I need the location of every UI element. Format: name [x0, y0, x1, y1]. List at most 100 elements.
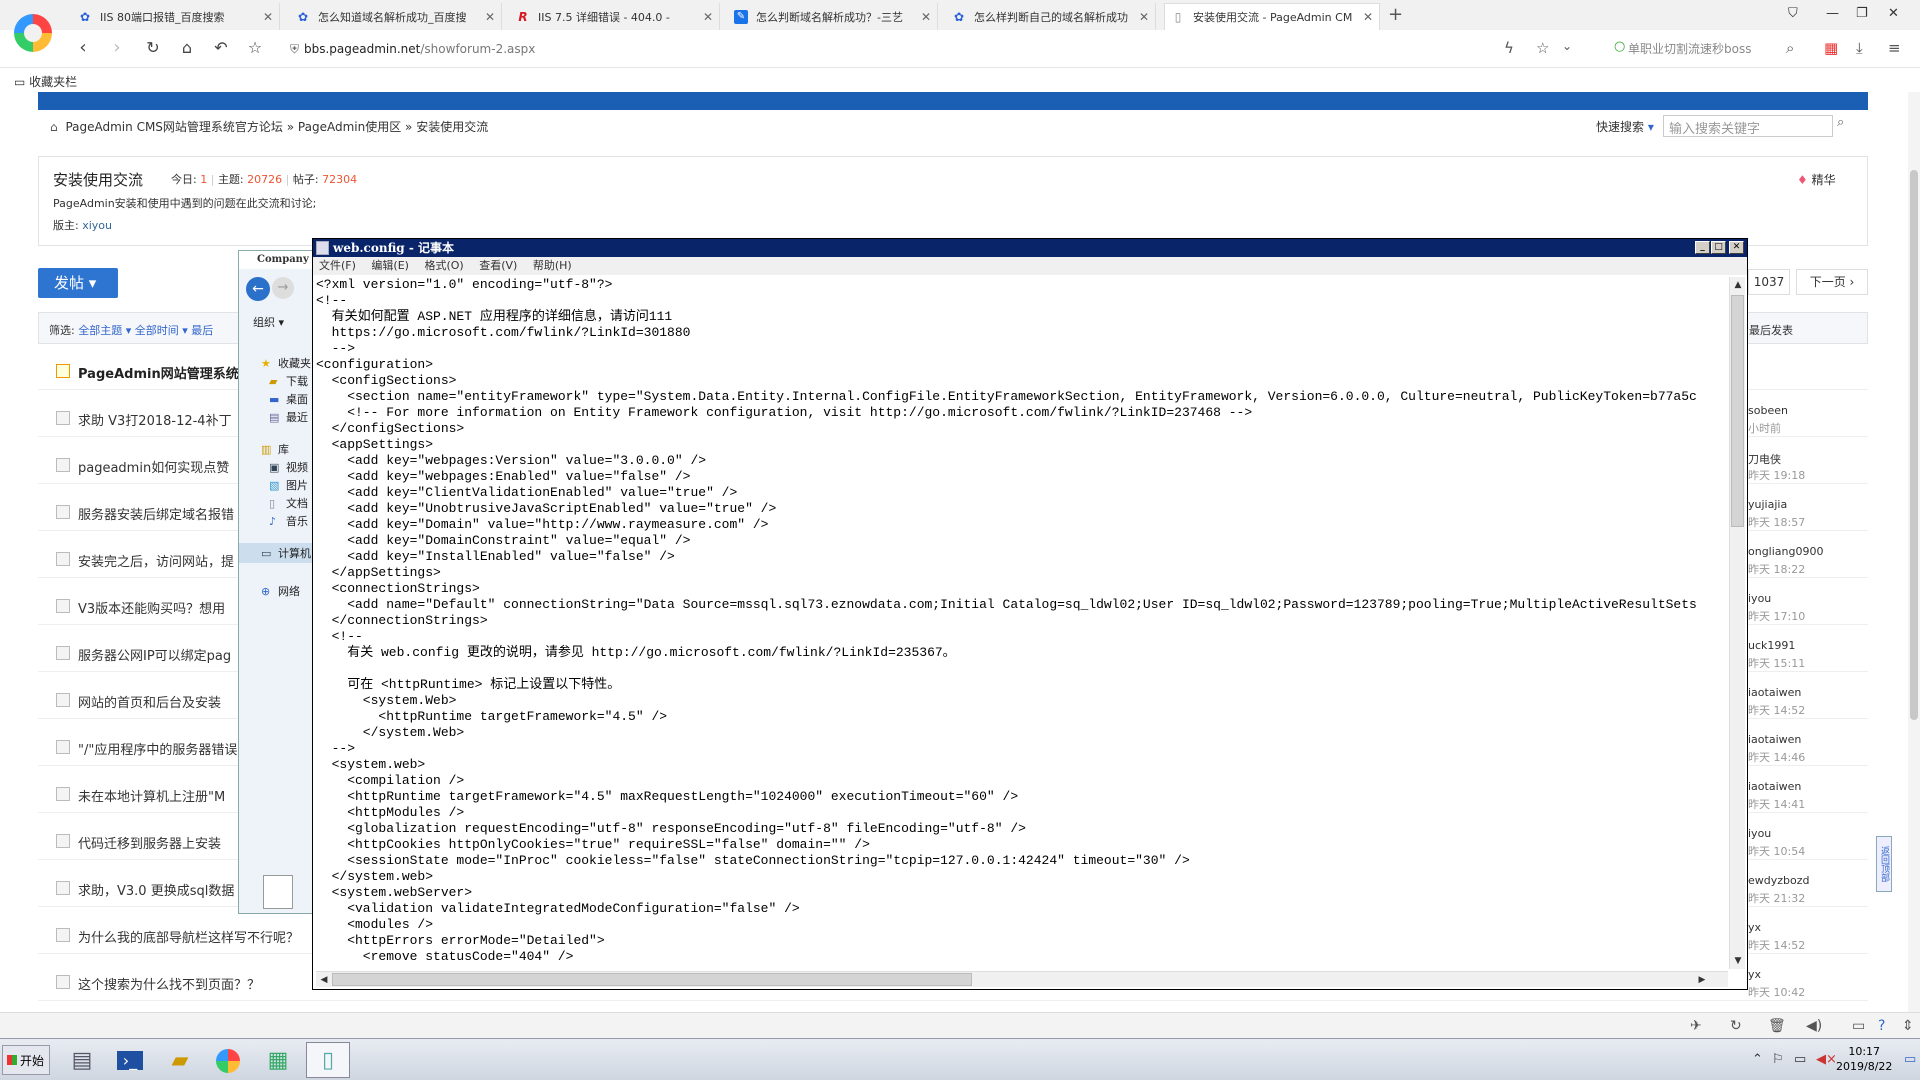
search-icon[interactable]: ⌕ [1786, 39, 1794, 57]
thread-last-author[interactable]: sobeen [1748, 404, 1788, 417]
quick-search-label[interactable]: 快速搜索 ▾ [1596, 118, 1654, 135]
rocket-icon[interactable]: ✈ [1690, 1018, 1702, 1034]
digest-link[interactable]: ♦ 精华 [1797, 171, 1836, 188]
network-tray-icon[interactable]: ▭ [1794, 1052, 1806, 1067]
thread-last-author[interactable]: 刀电侠 [1748, 451, 1781, 467]
minimize-icon[interactable]: _ [1695, 241, 1710, 254]
expand-icon[interactable]: ⇕ [1902, 1018, 1914, 1034]
thread-last-author[interactable]: uck1991 [1748, 639, 1795, 652]
menu-help[interactable]: 帮助(H) [533, 259, 572, 272]
thread-title[interactable]: pageadmin如何实现点赞 [78, 457, 229, 476]
thread-last-author[interactable]: iaotaiwen [1748, 686, 1801, 699]
organize-menu[interactable]: 组织 ▾ [253, 314, 284, 330]
tray-expand-icon[interactable]: ⌃ [1752, 1052, 1763, 1067]
thread-last-author[interactable]: yujiajia [1748, 498, 1787, 511]
back-icon[interactable]: ‹ [72, 37, 94, 59]
iis-manager-icon[interactable]: ▦ [256, 1042, 300, 1078]
explorer-item-documents[interactable]: ▯ 文档 [269, 495, 308, 511]
notepad-window[interactable]: web.config - 记事本 _ □ ✕ 文件(F) 编辑(E) 格式(O)… [312, 238, 1748, 990]
browser-taskbar-icon[interactable] [206, 1042, 250, 1078]
forward-icon[interactable]: › [106, 37, 128, 59]
shirt-skin-icon[interactable]: ⛉ [1788, 6, 1798, 21]
moderator-link[interactable]: xiyou [82, 219, 112, 232]
pager-total[interactable]: 1037 [1748, 269, 1790, 295]
scrollbar-thumb[interactable] [1910, 170, 1918, 720]
notepad-titlebar[interactable]: web.config - 记事本 _ □ ✕ [313, 239, 1747, 257]
refresh-cycle-icon[interactable]: ↻ [1730, 1018, 1742, 1034]
explorer-item-desktop[interactable]: ▬ 桌面 [269, 391, 308, 407]
menu-icon[interactable]: ≡ [1888, 39, 1901, 57]
thread-title[interactable]: V3版本还能购买吗？想用 [78, 598, 225, 617]
notepad-vertical-scrollbar[interactable]: ▲ ▼ [1729, 277, 1745, 969]
tab-baidu-judge[interactable]: ✿ 怎么样判断自己的域名解析成功 ✕ [946, 3, 1156, 30]
star-icon[interactable]: ☆ [244, 37, 266, 59]
filter-latest[interactable]: 最后 [191, 324, 213, 337]
close-window-icon[interactable]: ✕ [1888, 6, 1899, 21]
tab-baidu-iis[interactable]: ✿ IIS 80端口报错_百度搜索 ✕ [72, 3, 280, 30]
tab-baidu-domain[interactable]: ✿ 怎么知道域名解析成功_百度搜 ✕ [290, 3, 502, 30]
home-icon[interactable]: ⌂ [176, 37, 198, 59]
search-icon[interactable]: ⌕ [1837, 115, 1844, 130]
forum-search-input[interactable]: 输入搜索关键字 [1663, 115, 1833, 137]
notepad-text-area[interactable]: <?xml version="1.0" encoding="utf-8"?> <!… [316, 277, 1726, 967]
lightning-icon[interactable]: ϟ [1504, 39, 1514, 57]
new-tab-button[interactable]: + [1388, 4, 1403, 25]
scroll-left-icon[interactable]: ◀ [316, 972, 332, 988]
notepad-horizontal-scrollbar[interactable]: ◀ ▶ [316, 971, 1728, 987]
explorer-taskbar-icon[interactable]: ▰ [158, 1042, 202, 1078]
trash-icon[interactable]: 🗑 [1768, 1018, 1786, 1034]
bookmarks-folder[interactable]: ▭ 收藏夹栏 [14, 73, 77, 90]
thread-title[interactable]: 为什么我的底部导航栏这样写不行呢？ [78, 927, 299, 946]
close-tab-icon[interactable]: ✕ [921, 10, 931, 24]
start-button[interactable]: 开始 [2, 1045, 50, 1075]
explorer-item-downloads[interactable]: ▰ 下载 [269, 373, 308, 389]
bookmark-star-icon[interactable]: ☆ [1536, 39, 1549, 57]
screen-icon[interactable]: ▭ [1852, 1018, 1865, 1034]
browser-search-input[interactable]: 单职业切割流速秒boss [1610, 38, 1800, 60]
close-tab-icon[interactable]: ✕ [1363, 10, 1373, 24]
explorer-item-libraries[interactable]: ▥ 库 [261, 441, 289, 457]
close-tab-icon[interactable]: ✕ [485, 10, 495, 24]
menu-edit[interactable]: 编辑(E) [371, 259, 409, 272]
scrollbar-thumb[interactable] [332, 973, 972, 986]
page-scrollbar[interactable] [1908, 92, 1920, 1012]
help-icon[interactable]: ? [1878, 1018, 1885, 1034]
close-tab-icon[interactable]: ✕ [703, 10, 713, 24]
thread-title[interactable]: 安装完之后，访问网站，提 [78, 551, 234, 570]
thread-title[interactable]: "/"应用程序中的服务器错误 [78, 739, 237, 758]
download-icon[interactable]: ⤓ [1856, 39, 1863, 57]
refresh-icon[interactable]: ↻ [142, 37, 164, 59]
explorer-item-recent[interactable]: ▤ 最近 [269, 409, 308, 425]
back-to-top-button[interactable]: 返回顶部 [1876, 836, 1892, 892]
home-icon[interactable]: ⌂ [50, 120, 58, 134]
thread-last-author[interactable]: iaotaiwen [1748, 780, 1801, 793]
undo-icon[interactable]: ↶ [210, 37, 232, 59]
apps-icon[interactable]: ▦ [1824, 39, 1838, 57]
explorer-item-network[interactable]: ⊕ 网络 [261, 583, 300, 599]
explorer-window[interactable]: Company ← → 组织 ▾ ★ 收藏夹 ▰ 下载 ▬ 桌面 ▤ 最近 ▥ 库 ▣ 视频… [238, 250, 316, 914]
volume-muted-icon[interactable]: ◀× [1816, 1052, 1837, 1067]
explorer-item-computer[interactable]: ▭ 计算机 [261, 545, 311, 561]
back-arrow-icon[interactable]: ← [246, 277, 270, 301]
thread-title[interactable]: 服务器公网IP可以绑定pag [78, 645, 231, 664]
scroll-down-icon[interactable]: ▼ [1730, 953, 1746, 969]
flag-icon[interactable]: ⚐ [1772, 1052, 1784, 1067]
thread-title[interactable]: 求助 V3打2018-12-4补丁 [78, 410, 232, 429]
menu-view[interactable]: 查看(V) [479, 259, 517, 272]
scroll-right-icon[interactable]: ▶ [1694, 972, 1710, 988]
thread-title[interactable]: 服务器安装后绑定域名报错 [78, 504, 234, 523]
thread-last-author[interactable]: iyou [1748, 827, 1771, 840]
scroll-up-icon[interactable]: ▲ [1730, 277, 1746, 293]
thread-title[interactable]: 求助，V3.0 更换成sql数据 [78, 880, 234, 899]
explorer-item-favorites[interactable]: ★ 收藏夹 [261, 355, 311, 371]
breadcrumb-link-area[interactable]: PageAdmin使用区 [298, 120, 401, 134]
explorer-item-videos[interactable]: ▣ 视频 [269, 459, 308, 475]
thread-title[interactable]: 这个搜索为什么找不到页面？？ [78, 974, 260, 993]
explorer-item-music[interactable]: ♪ 音乐 [269, 513, 308, 529]
new-post-button[interactable]: 发帖 ▾ [38, 268, 118, 298]
thread-title[interactable]: 未在本地计算机上注册"M [78, 786, 225, 805]
volume-icon[interactable]: ◀) [1806, 1018, 1822, 1034]
thread-last-author[interactable]: ongliang0900 [1748, 545, 1824, 558]
filter-all-topics[interactable]: 全部主题 ▾ [78, 324, 131, 337]
breadcrumb-current[interactable]: 安装使用交流 [416, 120, 488, 134]
